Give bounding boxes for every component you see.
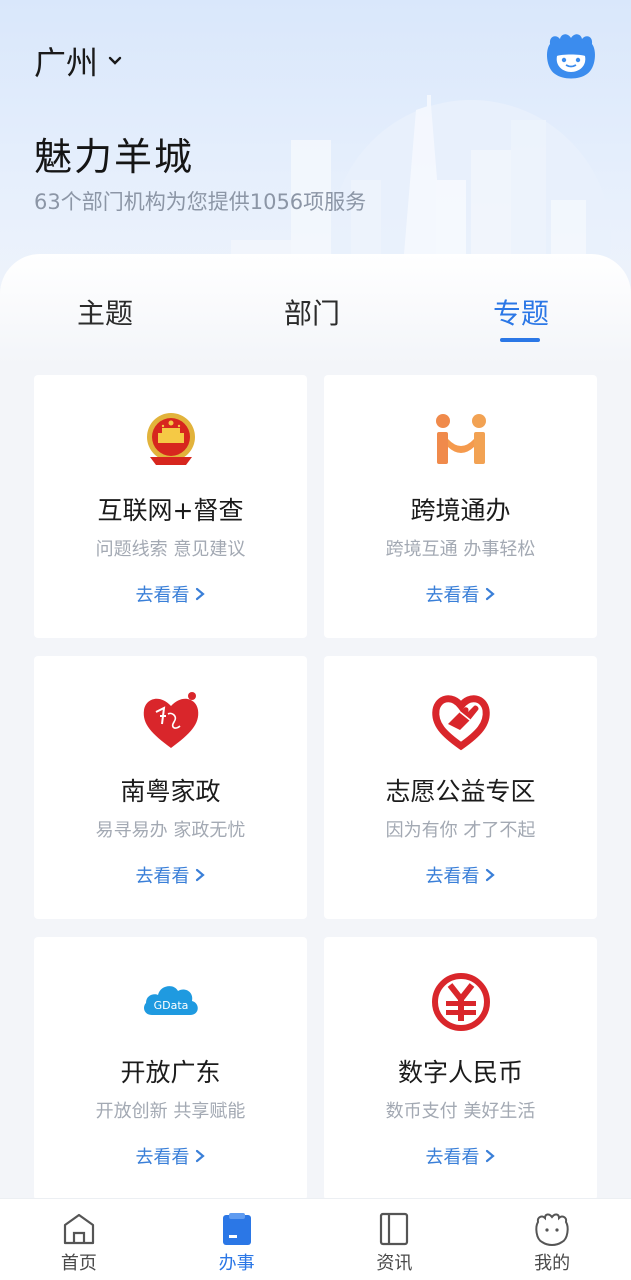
chevron-right-icon [195,1149,205,1163]
chevron-down-icon [108,56,122,65]
go-see-link[interactable]: 去看看 [324,1143,597,1169]
mascot-avatar-icon[interactable] [545,32,597,80]
chevron-right-icon [195,868,205,882]
card-digital-rmb[interactable]: 数字人民币 数币支付 美好生活 去看看 [324,937,597,1200]
nav-label: 我的 [534,1253,571,1274]
go-see-link[interactable]: 去看看 [34,581,307,607]
card-cross-border[interactable]: 跨境通办 跨境互通 办事轻松 去看看 [324,375,597,638]
nav-home[interactable]: 首页 [0,1199,158,1280]
card-title: 互联网+督查 [97,496,244,525]
tab-department[interactable]: 部门 [252,292,372,332]
national-emblem-icon [147,413,195,465]
bottom-navigation: 首页 办事 资讯 我的 [0,1198,631,1280]
card-subtitle: 开放创新 共享赋能 [95,1101,246,1122]
chevron-right-icon [485,1149,495,1163]
active-tab-indicator [500,338,540,342]
go-see-label: 去看看 [425,1147,480,1168]
home-icon [63,1213,94,1245]
heart-housekeeping-icon [143,692,199,748]
mascot-face-icon [535,1213,569,1246]
go-see-label: 去看看 [425,866,480,887]
city-name: 广州 [34,44,99,82]
news-book-icon [380,1212,409,1246]
card-housekeeping[interactable]: 南粤家政 易寻易办 家政无忧 去看看 [34,656,307,919]
card-subtitle: 问题线索 意见建议 [95,539,246,560]
gdata-icon-text: GData [154,999,189,1012]
city-selector[interactable]: 广州 [34,38,124,84]
nav-news[interactable]: 资讯 [316,1199,474,1280]
gdata-cloud-icon: GData [144,986,198,1015]
chevron-right-icon [485,868,495,882]
card-subtitle: 因为有你 才了不起 [385,820,536,841]
tab-special-topic[interactable]: 专题 [461,292,581,332]
card-subtitle: 数币支付 美好生活 [385,1101,536,1122]
card-subtitle: 易寻易办 家政无忧 [95,820,246,841]
clipboard-icon [222,1213,251,1245]
go-see-link[interactable]: 去看看 [324,581,597,607]
chevron-right-icon [195,587,205,601]
go-see-label: 去看看 [425,585,480,606]
card-open-guangdong[interactable]: GData 开放广东 开放创新 共享赋能 去看看 [34,937,307,1200]
tab-theme[interactable]: 主题 [45,292,165,332]
card-title: 南粤家政 [120,777,221,806]
cross-border-icon [436,414,486,464]
chevron-right-icon [485,587,495,601]
volunteer-heart-hand-icon [432,695,490,751]
card-title: 志愿公益专区 [385,777,536,806]
nav-label: 首页 [60,1253,97,1274]
card-subtitle: 跨境互通 办事轻松 [385,539,536,560]
go-see-label: 去看看 [135,866,190,887]
card-title: 跨境通办 [410,496,511,525]
go-see-link[interactable]: 去看看 [324,862,597,888]
nav-label: 资讯 [376,1253,413,1274]
card-volunteer[interactable]: 志愿公益专区 因为有你 才了不起 去看看 [324,656,597,919]
go-see-link[interactable]: 去看看 [34,1143,307,1169]
card-internet-supervision[interactable]: 互联网+督查 问题线索 意见建议 去看看 [34,375,307,638]
nav-label: 办事 [218,1253,255,1274]
go-see-label: 去看看 [135,1147,190,1168]
nav-services[interactable]: 办事 [158,1199,316,1280]
card-title: 数字人民币 [397,1058,523,1087]
digital-rmb-icon [432,973,490,1031]
go-see-label: 去看看 [135,585,190,606]
page-subtitle: 63个部门机构为您提供1056项服务 [34,190,367,214]
nav-mine[interactable]: 我的 [473,1199,631,1280]
go-see-link[interactable]: 去看看 [34,862,307,888]
page-title: 魅力羊城 [34,135,195,179]
tab-bar: 主题 部门 专题 [0,254,631,364]
card-title: 开放广东 [120,1058,221,1087]
content-panel: 主题 部门 专题 互联网+督查 问题线索 意见建议 去看看 跨境通办 跨境互通 … [0,254,631,1280]
